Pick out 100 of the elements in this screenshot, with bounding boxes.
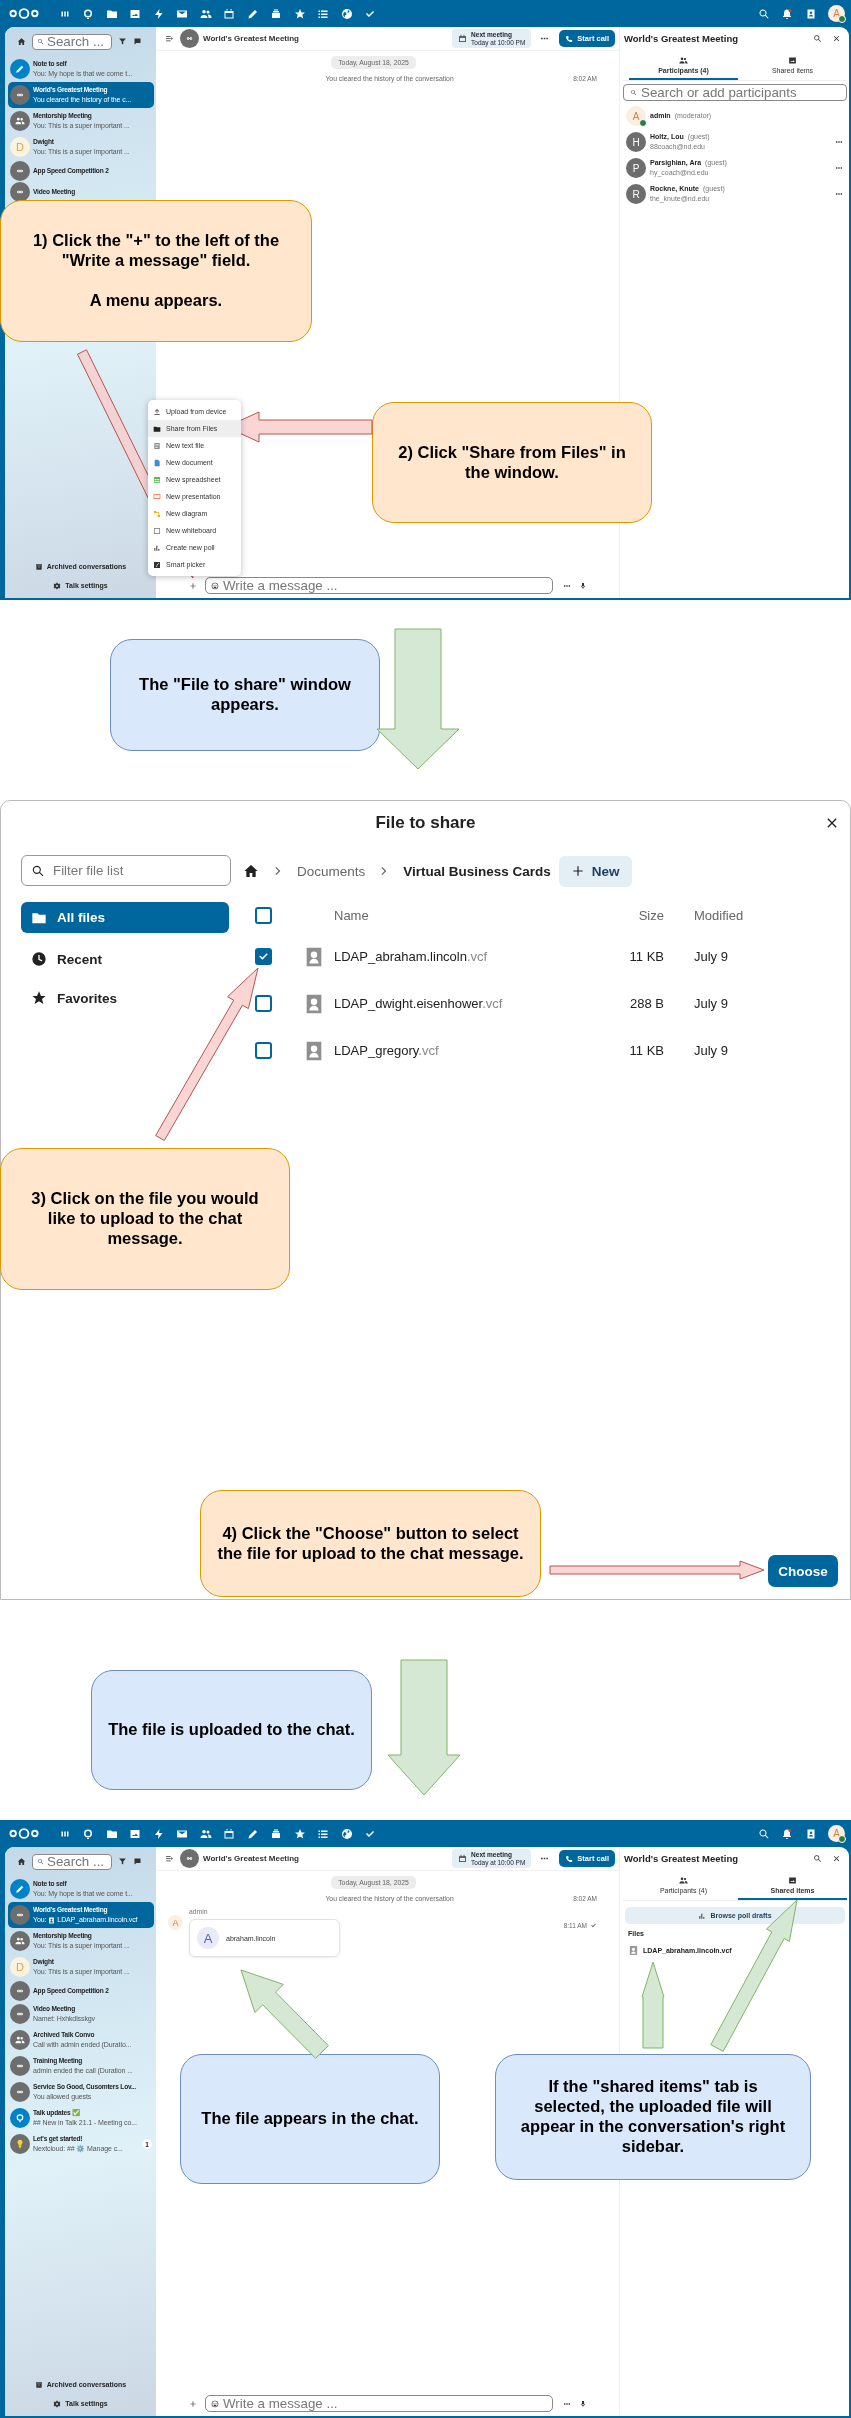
calendar-icon[interactable] (223, 7, 235, 20)
logo-icon[interactable] (9, 7, 39, 20)
user-avatar: R (626, 184, 646, 204)
conversation-title: World's Greatest Meeting (203, 1854, 299, 1863)
search-icon[interactable] (813, 1854, 822, 1863)
callout-text: The "File to share" window appears. (138, 675, 352, 715)
globe-icon[interactable] (340, 1827, 353, 1840)
bell-icon[interactable] (781, 7, 793, 20)
file-size: 11 KB (628, 1043, 664, 1058)
column-header[interactable]: Size (601, 907, 664, 923)
stack-icon[interactable] (270, 1827, 282, 1840)
checkbox[interactable] (255, 1042, 272, 1059)
bell-icon[interactable] (781, 1827, 793, 1840)
modified-date: July 9 (693, 996, 729, 1011)
more-icon[interactable] (835, 138, 843, 146)
people-icon[interactable] (199, 7, 212, 20)
contact-avatar: A (197, 1927, 219, 1949)
link-avatar-icon (10, 2082, 30, 2102)
chat-icon[interactable] (82, 1827, 94, 1840)
file-name[interactable]: LDAP_abraham.lincoln.vcf (334, 949, 601, 964)
logo-icon[interactable] (9, 1827, 39, 1840)
phone-icon (565, 34, 574, 43)
file-name[interactable]: LDAP_gregory.vcf (334, 1043, 601, 1058)
filter-icon[interactable] (118, 37, 127, 46)
user-avatar: A (626, 106, 646, 126)
star-icon[interactable] (293, 7, 306, 20)
clock-icon (31, 951, 47, 967)
more-icon[interactable] (835, 164, 843, 172)
search-field[interactable]: Search ... (32, 1853, 112, 1870)
breadcrumb-link[interactable]: Documents (297, 863, 366, 879)
file-name[interactable]: LDAP_dwight.eisenhower.vcf (334, 996, 601, 1011)
search-icon[interactable] (757, 1827, 770, 1840)
group-avatar-icon (10, 111, 30, 131)
lightbulb-icon (10, 2134, 30, 2154)
group-avatar-icon (10, 2030, 30, 2050)
lightning-icon[interactable] (152, 1827, 165, 1840)
lightning-icon[interactable] (152, 7, 165, 20)
presentation-icon (153, 492, 161, 501)
star-icon[interactable] (293, 1827, 306, 1840)
message-input[interactable]: Write a message ... (223, 2396, 547, 2411)
message-input[interactable]: Write a message ... (223, 578, 547, 593)
checkbox[interactable] (255, 906, 272, 924)
choose-button[interactable]: Choose (768, 1555, 838, 1587)
pencil-avatar-icon (10, 1879, 30, 1899)
check-icon (590, 1922, 597, 1929)
home-icon[interactable] (243, 863, 259, 879)
sidebar-toggle-icon[interactable] (165, 1854, 174, 1863)
new-chat-icon[interactable] (133, 1857, 142, 1866)
modified-date: July 9 (693, 1043, 729, 1058)
callout-text: If the "shared items" tab is selected, the uploaded file will appear in the conversation's right sidebar. (519, 2077, 787, 2157)
people-icon (679, 1876, 688, 1885)
emoji-icon[interactable] (211, 2399, 219, 2408)
globe-icon[interactable] (340, 7, 353, 20)
new-button[interactable]: New (558, 855, 632, 887)
pencil-icon[interactable] (246, 1827, 259, 1840)
callout-text: The file is uploaded to the chat. (108, 1720, 355, 1740)
emoji-icon[interactable] (211, 581, 219, 590)
breadcrumb-link[interactable]: Virtual Business Cards (403, 863, 551, 879)
microphone-icon[interactable] (579, 2399, 587, 2408)
message-field[interactable]: Write a message ... (205, 577, 553, 594)
pencil-icon[interactable] (246, 7, 259, 20)
close-icon[interactable] (832, 1854, 841, 1863)
user-avatar: H (626, 132, 646, 152)
bar-chart-icon (153, 543, 161, 552)
phone-icon (565, 1854, 574, 1863)
calendar-icon[interactable] (223, 1827, 235, 1840)
archive-icon (34, 562, 43, 571)
nav-item[interactable]: All files (21, 902, 229, 933)
sidebar-toggle-icon[interactable] (165, 34, 174, 43)
chat-avatar-icon (10, 2108, 30, 2128)
image-icon[interactable] (129, 1827, 141, 1840)
checkbox[interactable] (255, 995, 272, 1012)
close-icon[interactable] (832, 34, 841, 43)
nav-item[interactable]: Favorites (21, 980, 229, 1016)
filter-icon[interactable] (118, 1857, 127, 1866)
link-avatar-icon (10, 181, 30, 202)
home-icon[interactable] (17, 1857, 26, 1866)
filter-field[interactable]: Filter file list (21, 855, 231, 886)
search-icon[interactable] (757, 7, 770, 20)
chat-icon[interactable] (82, 7, 94, 20)
microphone-icon[interactable] (579, 581, 587, 590)
search-field[interactable]: Search or add participants (623, 84, 847, 101)
checkbox[interactable] (255, 948, 272, 965)
message-field[interactable]: Write a message ... (205, 2395, 553, 2412)
stack-icon[interactable] (270, 7, 282, 20)
search-field[interactable]: Search ... (32, 33, 112, 50)
spreadsheet-icon (153, 475, 161, 484)
column-header[interactable]: Modified (664, 907, 801, 923)
search-icon[interactable] (813, 34, 822, 43)
home-icon[interactable] (17, 37, 26, 46)
more-icon[interactable] (835, 190, 843, 198)
filter-input[interactable]: Filter file list (53, 863, 221, 878)
link-avatar-icon (10, 160, 30, 181)
search-icon (37, 38, 44, 45)
people-icon[interactable] (199, 1827, 212, 1840)
conversation-title: World's Greatest Meeting (203, 34, 299, 43)
new-chat-icon[interactable] (133, 37, 142, 46)
image-icon[interactable] (129, 7, 141, 20)
column-header[interactable]: Name (334, 907, 601, 923)
nav-item[interactable]: Recent (21, 941, 229, 977)
